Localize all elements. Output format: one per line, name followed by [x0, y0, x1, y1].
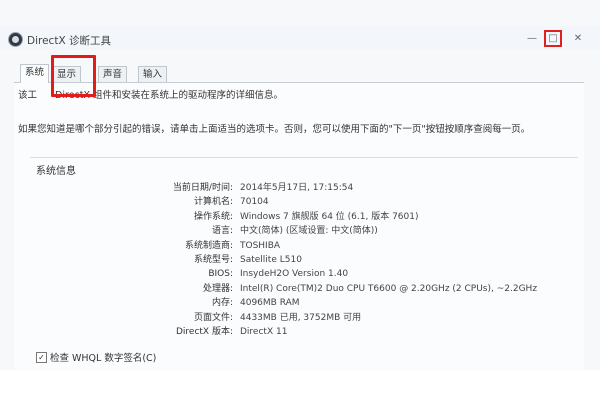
- system-info-value: 2014年5月17日, 17:15:54: [240, 183, 354, 193]
- system-info-label: 页面文件:: [193, 312, 233, 323]
- whql-checkbox[interactable]: ✓: [36, 352, 47, 363]
- system-info-row: 操作系统: Windows 7 旗舰版 64 位 (6.1, 版本 7601): [0, 210, 600, 224]
- directx-app-icon: [8, 32, 23, 47]
- system-info-value: 4433MB 已用, 3752MB 可用: [240, 312, 362, 323]
- tab-sound[interactable]: 声音: [98, 66, 128, 82]
- system-info-value: Intel(R) Core(TM)2 Duo CPU T6600 @ 2.20G…: [240, 283, 538, 294]
- system-info-row: 计算机名: 70104: [0, 195, 600, 209]
- system-info-label: 语言:: [211, 226, 233, 237]
- system-info-row: 系统制造商: TOSHIBA: [0, 239, 600, 253]
- intro-line-1-lead: 该工: [18, 90, 38, 101]
- system-info-row: 处理器: Intel(R) Core(TM)2 Duo CPU T6600 @ 2…: [0, 282, 600, 296]
- system-info-value: DirectX 11: [240, 327, 288, 337]
- system-info-row: 内存: 4096MB RAM: [0, 296, 600, 310]
- system-info-label: 计算机名:: [193, 197, 233, 208]
- system-info-row: 当前日期/时间: 2014年5月17日, 17:15:54: [0, 181, 600, 195]
- minimize-button[interactable]: —: [523, 30, 541, 47]
- system-info-value: 中文(简体) (区域设置: 中文(简体)): [240, 226, 378, 237]
- tab-strip: 系统 显示 声音 输入: [14, 64, 584, 83]
- system-info-row: DirectX 版本: DirectX 11: [0, 325, 600, 339]
- system-info-label: 处理器:: [202, 283, 233, 294]
- system-info-label: 系统制造商:: [184, 240, 233, 251]
- system-info-row: 页面文件: 4433MB 已用, 3752MB 可用: [0, 311, 600, 325]
- system-info-label: 当前日期/时间:: [172, 183, 233, 193]
- system-info-label: 系统型号:: [193, 255, 233, 265]
- window-title: DirectX 诊断工具: [27, 35, 111, 47]
- system-info-title: 系统信息: [36, 166, 76, 177]
- directx-diagnostic-window: DirectX 诊断工具 — □ ✕ 系统 显示 声音 输入 该工 DirectX…: [0, 0, 600, 371]
- system-info-value: 70104: [240, 197, 269, 208]
- whql-checkbox-label: 检查 WHQL 数字签名(C): [50, 353, 157, 364]
- system-info-row: 系统型号: Satellite L510: [0, 253, 600, 267]
- maximize-button[interactable]: □: [544, 30, 562, 47]
- system-info-value: InsydeH2O Version 1.40: [240, 269, 349, 280]
- system-info-value: 4096MB RAM: [240, 298, 300, 309]
- close-button[interactable]: ✕: [566, 30, 590, 47]
- intro-line-2: 如果您知道是哪个部分引起的错误，请单击上面适当的选项卡。否则，您可以使用下面的"…: [18, 124, 531, 135]
- tab-system[interactable]: 系统: [20, 64, 50, 83]
- group-divider: [30, 157, 578, 158]
- system-info-value: TOSHIBA: [240, 240, 281, 251]
- system-info-label: 操作系统:: [193, 211, 233, 222]
- system-info-row: 语言: 中文(简体) (区域设置: 中文(简体)): [0, 224, 600, 238]
- tab-input[interactable]: 输入: [138, 66, 168, 82]
- system-info-value: Satellite L510: [240, 255, 302, 265]
- display-tab-highlight: [51, 55, 96, 97]
- system-info-value: Windows 7 旗舰版 64 位 (6.1, 版本 7601): [240, 211, 419, 222]
- title-bar: DirectX 诊断工具 — □ ✕: [0, 26, 600, 50]
- system-info-label: DirectX 版本:: [175, 327, 233, 337]
- system-info-row: BIOS: InsydeH2O Version 1.40: [0, 267, 600, 281]
- system-info-label: 内存:: [211, 298, 233, 309]
- system-info-label: BIOS:: [208, 269, 233, 280]
